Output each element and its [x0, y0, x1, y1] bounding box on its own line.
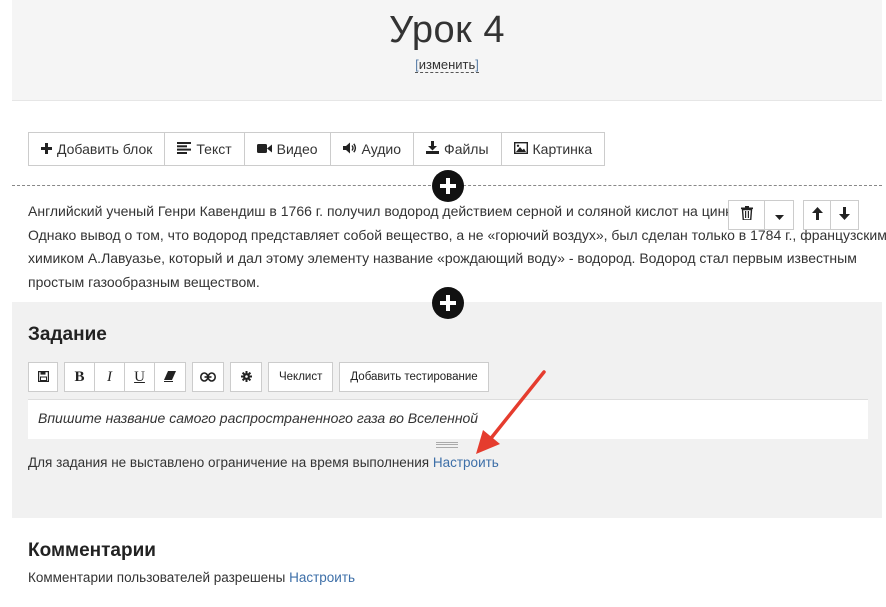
checklist-button[interactable]: Чеклист [269, 363, 332, 391]
settings-group [230, 362, 262, 392]
clear-format-button[interactable] [155, 363, 185, 391]
editor-toolbar: B I U Чеклист Добавить тестирование [28, 362, 495, 392]
eraser-icon [164, 370, 176, 385]
add-test-button[interactable]: Добавить тестирование [340, 363, 487, 391]
block-delete-controls [728, 200, 794, 230]
time-limit-note: Для задания не выставлено ограничение на… [28, 455, 499, 470]
comments-title: Комментарии [28, 540, 156, 561]
add-video-button[interactable]: Видео [245, 133, 331, 165]
settings-button[interactable] [231, 363, 261, 391]
video-camera-icon [256, 142, 272, 157]
annotation-arrow-icon [476, 370, 546, 454]
underline-button[interactable]: U [125, 363, 155, 391]
download-icon [426, 141, 440, 157]
text-lines-icon [177, 141, 192, 157]
add-text-label: Текст [196, 141, 232, 157]
checklist-group: Чеклист [268, 362, 334, 392]
lesson-title: Урок 4 [388, 9, 506, 51]
format-group: B I U [64, 362, 186, 392]
comments-note-text: Комментарии пользователей разрешены [28, 570, 286, 585]
add-block-button[interactable]: Добавить блок [29, 133, 166, 165]
bold-button[interactable]: B [65, 363, 95, 391]
block-dropdown-button[interactable] [765, 201, 793, 229]
arrow-up-icon [811, 206, 823, 224]
link-group [192, 362, 224, 392]
add-test-group: Добавить тестирование [339, 362, 489, 392]
save-icon [37, 370, 49, 385]
task-editor-text: Впишите название самого распространенног… [38, 410, 479, 426]
comments-configure-link[interactable]: Настроить [289, 570, 355, 585]
image-icon [513, 141, 528, 157]
task-editor[interactable]: Впишите название самого распространенног… [28, 399, 868, 439]
link-icon [200, 370, 216, 385]
add-block-toolbar: Добавить блок Текст Видео Аудио Файлы Ка… [28, 132, 606, 166]
task-panel: Задание B I U Чеклист Добавить тестирова… [12, 302, 882, 518]
gear-icon [240, 370, 252, 385]
trash-icon [740, 206, 753, 224]
comments-note: Комментарии пользователей разрешены Наст… [28, 570, 355, 585]
add-files-button[interactable]: Файлы [414, 133, 502, 165]
delete-block-button[interactable] [729, 201, 765, 229]
insert-block-plus-icon[interactable] [432, 170, 464, 202]
lesson-header: Урок 4 [изменить] [12, 0, 882, 101]
move-up-button[interactable] [804, 201, 832, 229]
save-button[interactable] [29, 363, 57, 391]
text-line-1: Английский ученый Генри Кавендиш в 1766 … [28, 203, 749, 219]
add-block-label: Добавить блок [57, 141, 153, 157]
italic-button[interactable]: I [95, 363, 125, 391]
edit-link-wrapper: [изменить] [12, 54, 882, 74]
editor-resize-handle[interactable] [436, 442, 458, 448]
arrow-down-icon [839, 206, 850, 224]
move-down-button[interactable] [831, 201, 858, 229]
block-move-controls [803, 200, 859, 230]
task-title: Задание [28, 324, 107, 345]
time-limit-text: Для задания не выставлено ограничение на… [28, 455, 430, 470]
text-line-3: химиком А.Лавуазье, который и дал этому … [28, 250, 857, 266]
edit-title-link[interactable]: [изменить] [415, 58, 479, 73]
add-image-button[interactable]: Картинка [502, 133, 605, 165]
save-group [28, 362, 58, 392]
add-audio-label: Аудио [361, 141, 402, 157]
add-audio-button[interactable]: Аудио [331, 133, 415, 165]
volume-icon [342, 142, 357, 157]
plus-icon [41, 142, 52, 157]
add-text-button[interactable]: Текст [165, 133, 245, 165]
add-image-label: Картинка [532, 141, 593, 157]
caret-down-icon [774, 207, 784, 224]
add-video-label: Видео [276, 141, 318, 157]
insert-block-plus-icon-2[interactable] [432, 287, 464, 319]
insert-link-button[interactable] [193, 363, 223, 391]
add-files-label: Файлы [444, 141, 489, 157]
